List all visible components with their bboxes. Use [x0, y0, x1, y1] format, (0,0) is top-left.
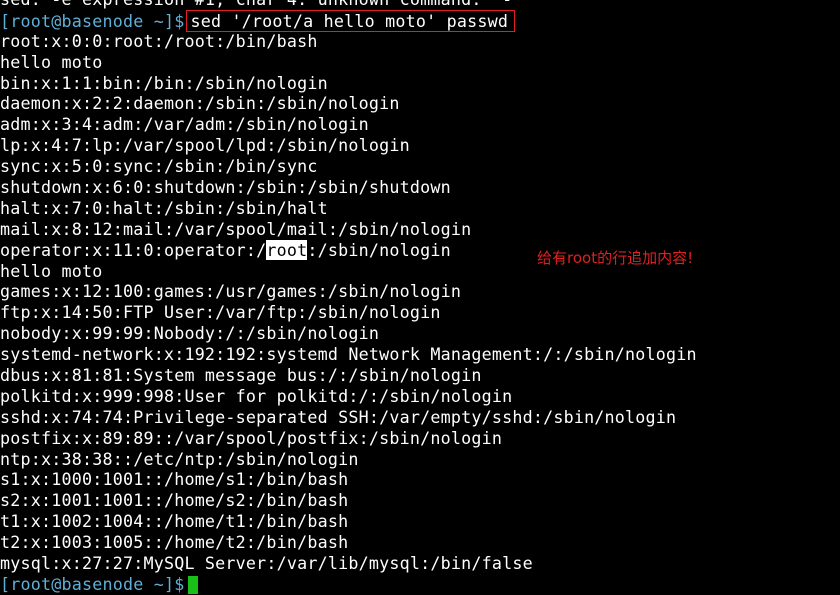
output-line: lp:x:4:7:lp:/var/spool/lpd:/sbin/nologin: [0, 135, 410, 156]
output-line: systemd-network:x:192:192:systemd Networ…: [0, 344, 697, 365]
output-line: halt:x:7:0:halt:/sbin:/sbin/halt: [0, 197, 328, 218]
operator-line: operator:x:11:0:operator:/root:/sbin/nol…: [0, 239, 840, 261]
output-line: root:x:0:0:root:/root:/bin/bash: [0, 30, 318, 51]
output-line: ftp:x:14:50:FTP User:/var/ftp:/sbin/nolo…: [0, 302, 441, 323]
output-line: hello moto: [0, 51, 103, 72]
output-line: sync:x:5:0:sync:/sbin:/bin/sync: [0, 156, 318, 177]
output-line: t1:x:1002:1004::/home/t1:/bin/bash: [0, 511, 349, 532]
shell-prompt: [root@basenode ~]$: [0, 10, 185, 31]
output-line: s2:x:1001:1001::/home/s2:/bin/bash: [0, 490, 349, 511]
error-line: sed: -e expression #1, char 4: unknown c…: [0, 0, 840, 10]
output-line: polkitd:x:999:998:User for polkitd:/:/sb…: [0, 385, 513, 406]
output-line: ntp:x:38:38::/etc/ntp:/sbin/nologin: [0, 448, 359, 469]
annotation-note: 给有root的行追加内容!: [537, 249, 694, 267]
command-text: sed '/root/a hello moto' passwd: [190, 10, 509, 31]
output-line: s1:x:1000:1001::/home/s1:/bin/bash: [0, 469, 349, 490]
command-highlight-box: sed '/root/a hello moto' passwd: [186, 9, 516, 32]
output-line: adm:x:3:4:adm:/var/adm:/sbin/nologin: [0, 114, 369, 135]
output-line: nobody:x:99:99:Nobody:/:/sbin/nologin: [0, 323, 380, 344]
output-line: t2:x:1003:1005::/home/t2:/bin/bash: [0, 532, 349, 553]
operator-line-before: operator:x:11:0:operator:/: [0, 239, 267, 260]
current-prompt-line[interactable]: [root@basenode ~]$: [0, 574, 840, 595]
output-line: daemon:x:2:2:daemon:/sbin:/sbin/nologin: [0, 93, 400, 114]
output-line: dbus:x:81:81:System message bus:/:/sbin/…: [0, 365, 482, 386]
output-line: postfix:x:89:89::/var/spool/postfix:/sbi…: [0, 427, 503, 448]
terminal-cursor: [188, 576, 199, 595]
terminal-window[interactable]: sed: -e expression #1, char 4: unknown c…: [0, 0, 840, 595]
output-line: mysql:x:27:27:MySQL Server:/var/lib/mysq…: [0, 553, 533, 574]
output-line: mail:x:8:12:mail:/var/spool/mail:/sbin/n…: [0, 218, 472, 239]
output-line: bin:x:1:1:bin:/bin:/sbin/nologin: [0, 72, 328, 93]
selected-text[interactable]: root: [266, 239, 308, 260]
output-line: sshd:x:74:74:Privilege-separated SSH:/va…: [0, 406, 677, 427]
operator-line-after: :/sbin/nologin: [307, 239, 451, 260]
output-line: games:x:12:100:games:/usr/games:/sbin/no…: [0, 281, 462, 302]
command-line: [root@basenode ~]$ sed '/root/a hello mot…: [0, 9, 840, 32]
output-line: hello moto: [0, 260, 103, 281]
output-line: shutdown:x:6:0:shutdown:/sbin:/sbin/shut…: [0, 177, 451, 198]
